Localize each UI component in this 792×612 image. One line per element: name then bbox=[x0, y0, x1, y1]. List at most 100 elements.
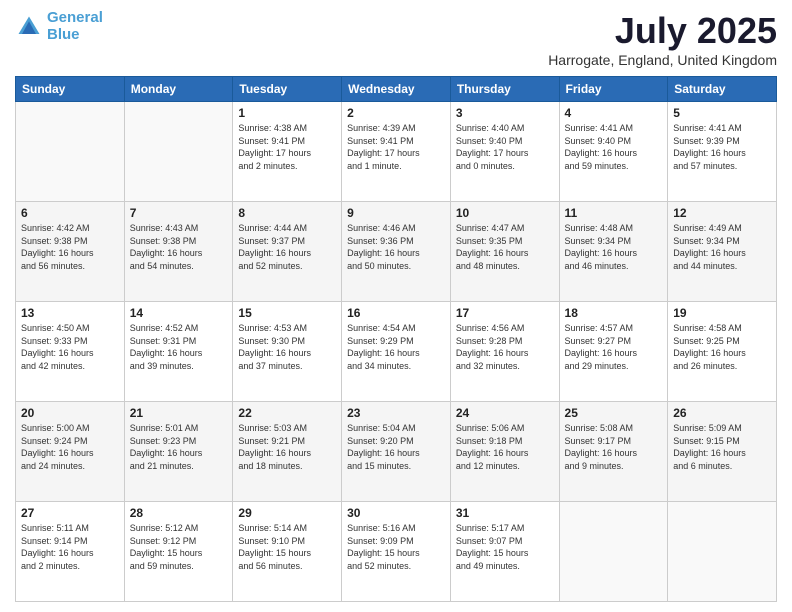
day-number: 18 bbox=[565, 306, 663, 320]
col-header-saturday: Saturday bbox=[668, 77, 777, 102]
day-number: 20 bbox=[21, 406, 119, 420]
day-cell: 15 Sunrise: 4:53 AM Sunset: 9:30 PM Dayli… bbox=[233, 302, 342, 402]
day-cell: 31Sunrise: 5:17 AM Sunset: 9:07 PM Dayli… bbox=[450, 502, 559, 602]
day-cell: 25 Sunrise: 5:08 AM Sunset: 9:17 PM Dayli… bbox=[559, 402, 668, 502]
day-cell: 26 Sunrise: 5:09 AM Sunset: 9:15 PM Dayli… bbox=[668, 402, 777, 502]
day-info: Sunrise: 5:17 AM Sunset: 9:07 PM Dayligh… bbox=[456, 522, 554, 572]
day-number: 9 bbox=[347, 206, 445, 220]
day-cell: 27Sunrise: 5:11 AM Sunset: 9:14 PM Dayli… bbox=[16, 502, 125, 602]
day-info: Sunrise: 4:53 AM Sunset: 9:30 PM Dayligh… bbox=[238, 322, 336, 372]
day-cell: 18 Sunrise: 4:57 AM Sunset: 9:27 PM Dayli… bbox=[559, 302, 668, 402]
title-block: July 2025 Harrogate, England, United Kin… bbox=[548, 10, 777, 68]
day-number: 25 bbox=[565, 406, 663, 420]
day-number: 13 bbox=[21, 306, 119, 320]
day-info: Sunrise: 4:41 AM Sunset: 9:39 PM Dayligh… bbox=[673, 122, 771, 172]
day-number: 2 bbox=[347, 106, 445, 120]
logo-text: General Blue bbox=[47, 10, 103, 43]
day-number: 28 bbox=[130, 506, 228, 520]
col-header-wednesday: Wednesday bbox=[342, 77, 451, 102]
day-cell: 24 Sunrise: 5:06 AM Sunset: 9:18 PM Dayli… bbox=[450, 402, 559, 502]
day-cell: 17Sunrise: 4:56 AM Sunset: 9:28 PM Dayli… bbox=[450, 302, 559, 402]
day-cell: 2 Sunrise: 4:39 AM Sunset: 9:41 PM Daylig… bbox=[342, 102, 451, 202]
col-header-thursday: Thursday bbox=[450, 77, 559, 102]
week-row-3: 13 Sunrise: 4:50 AM Sunset: 9:33 PM Dayli… bbox=[16, 302, 777, 402]
day-number: 6 bbox=[21, 206, 119, 220]
day-cell: 3 Sunrise: 4:40 AM Sunset: 9:40 PM Daylig… bbox=[450, 102, 559, 202]
day-number: 8 bbox=[238, 206, 336, 220]
calendar-header-row: SundayMondayTuesdayWednesdayThursdayFrid… bbox=[16, 77, 777, 102]
day-info: Sunrise: 5:01 AM Sunset: 9:23 PM Dayligh… bbox=[130, 422, 228, 472]
day-info: Sunrise: 4:42 AM Sunset: 9:38 PM Dayligh… bbox=[21, 222, 119, 272]
day-info: Sunrise: 4:57 AM Sunset: 9:27 PM Dayligh… bbox=[565, 322, 663, 372]
day-cell: 14 Sunrise: 4:52 AM Sunset: 9:31 PM Dayli… bbox=[124, 302, 233, 402]
week-row-1: 1 Sunrise: 4:38 AM Sunset: 9:41 PM Daylig… bbox=[16, 102, 777, 202]
day-number: 7 bbox=[130, 206, 228, 220]
day-cell: 16 Sunrise: 4:54 AM Sunset: 9:29 PM Dayli… bbox=[342, 302, 451, 402]
day-cell: 11 Sunrise: 4:48 AM Sunset: 9:34 PM Dayli… bbox=[559, 202, 668, 302]
day-info: Sunrise: 4:52 AM Sunset: 9:31 PM Dayligh… bbox=[130, 322, 228, 372]
day-cell: 28 Sunrise: 5:12 AM Sunset: 9:12 PM Dayli… bbox=[124, 502, 233, 602]
day-cell: 29Sunrise: 5:14 AM Sunset: 9:10 PM Dayli… bbox=[233, 502, 342, 602]
day-number: 17 bbox=[456, 306, 554, 320]
day-number: 22 bbox=[238, 406, 336, 420]
day-info: Sunrise: 4:54 AM Sunset: 9:29 PM Dayligh… bbox=[347, 322, 445, 372]
day-number: 21 bbox=[130, 406, 228, 420]
day-info: Sunrise: 4:50 AM Sunset: 9:33 PM Dayligh… bbox=[21, 322, 119, 372]
week-row-4: 20 Sunrise: 5:00 AM Sunset: 9:24 PM Dayli… bbox=[16, 402, 777, 502]
week-row-5: 27Sunrise: 5:11 AM Sunset: 9:14 PM Dayli… bbox=[16, 502, 777, 602]
day-number: 11 bbox=[565, 206, 663, 220]
day-info: Sunrise: 5:14 AM Sunset: 9:10 PM Dayligh… bbox=[238, 522, 336, 572]
main-title: July 2025 bbox=[548, 10, 777, 52]
day-number: 30 bbox=[347, 506, 445, 520]
day-cell: 5 Sunrise: 4:41 AM Sunset: 9:39 PM Daylig… bbox=[668, 102, 777, 202]
col-header-friday: Friday bbox=[559, 77, 668, 102]
day-number: 19 bbox=[673, 306, 771, 320]
day-number: 10 bbox=[456, 206, 554, 220]
day-info: Sunrise: 4:48 AM Sunset: 9:34 PM Dayligh… bbox=[565, 222, 663, 272]
day-info: Sunrise: 5:12 AM Sunset: 9:12 PM Dayligh… bbox=[130, 522, 228, 572]
day-info: Sunrise: 4:49 AM Sunset: 9:34 PM Dayligh… bbox=[673, 222, 771, 272]
day-number: 24 bbox=[456, 406, 554, 420]
col-header-monday: Monday bbox=[124, 77, 233, 102]
day-cell: 6 Sunrise: 4:42 AM Sunset: 9:38 PM Daylig… bbox=[16, 202, 125, 302]
day-number: 3 bbox=[456, 106, 554, 120]
day-info: Sunrise: 5:03 AM Sunset: 9:21 PM Dayligh… bbox=[238, 422, 336, 472]
day-number: 26 bbox=[673, 406, 771, 420]
day-info: Sunrise: 4:47 AM Sunset: 9:35 PM Dayligh… bbox=[456, 222, 554, 272]
day-info: Sunrise: 4:40 AM Sunset: 9:40 PM Dayligh… bbox=[456, 122, 554, 172]
day-cell: 8 Sunrise: 4:44 AM Sunset: 9:37 PM Daylig… bbox=[233, 202, 342, 302]
day-number: 5 bbox=[673, 106, 771, 120]
week-row-2: 6 Sunrise: 4:42 AM Sunset: 9:38 PM Daylig… bbox=[16, 202, 777, 302]
day-info: Sunrise: 5:09 AM Sunset: 9:15 PM Dayligh… bbox=[673, 422, 771, 472]
header: General Blue July 2025 Harrogate, Englan… bbox=[15, 10, 777, 68]
day-info: Sunrise: 5:00 AM Sunset: 9:24 PM Dayligh… bbox=[21, 422, 119, 472]
day-info: Sunrise: 4:44 AM Sunset: 9:37 PM Dayligh… bbox=[238, 222, 336, 272]
page: General Blue July 2025 Harrogate, Englan… bbox=[0, 0, 792, 612]
logo: General Blue bbox=[15, 10, 103, 43]
day-cell: 4Sunrise: 4:41 AM Sunset: 9:40 PM Daylig… bbox=[559, 102, 668, 202]
day-info: Sunrise: 5:06 AM Sunset: 9:18 PM Dayligh… bbox=[456, 422, 554, 472]
day-cell: 20 Sunrise: 5:00 AM Sunset: 9:24 PM Dayli… bbox=[16, 402, 125, 502]
day-cell: 9Sunrise: 4:46 AM Sunset: 9:36 PM Daylig… bbox=[342, 202, 451, 302]
day-number: 14 bbox=[130, 306, 228, 320]
day-cell: 12Sunrise: 4:49 AM Sunset: 9:34 PM Dayli… bbox=[668, 202, 777, 302]
day-info: Sunrise: 4:38 AM Sunset: 9:41 PM Dayligh… bbox=[238, 122, 336, 172]
day-info: Sunrise: 4:39 AM Sunset: 9:41 PM Dayligh… bbox=[347, 122, 445, 172]
col-header-tuesday: Tuesday bbox=[233, 77, 342, 102]
day-number: 16 bbox=[347, 306, 445, 320]
day-number: 27 bbox=[21, 506, 119, 520]
day-info: Sunrise: 4:58 AM Sunset: 9:25 PM Dayligh… bbox=[673, 322, 771, 372]
day-cell: 23Sunrise: 5:04 AM Sunset: 9:20 PM Dayli… bbox=[342, 402, 451, 502]
day-number: 1 bbox=[238, 106, 336, 120]
day-info: Sunrise: 5:08 AM Sunset: 9:17 PM Dayligh… bbox=[565, 422, 663, 472]
day-number: 15 bbox=[238, 306, 336, 320]
subtitle: Harrogate, England, United Kingdom bbox=[548, 52, 777, 68]
logo-icon bbox=[15, 13, 43, 41]
day-info: Sunrise: 5:16 AM Sunset: 9:09 PM Dayligh… bbox=[347, 522, 445, 572]
day-cell: 21 Sunrise: 5:01 AM Sunset: 9:23 PM Dayli… bbox=[124, 402, 233, 502]
day-cell: 7Sunrise: 4:43 AM Sunset: 9:38 PM Daylig… bbox=[124, 202, 233, 302]
day-info: Sunrise: 5:04 AM Sunset: 9:20 PM Dayligh… bbox=[347, 422, 445, 472]
day-info: Sunrise: 4:41 AM Sunset: 9:40 PM Dayligh… bbox=[565, 122, 663, 172]
day-cell bbox=[16, 102, 125, 202]
day-cell bbox=[668, 502, 777, 602]
